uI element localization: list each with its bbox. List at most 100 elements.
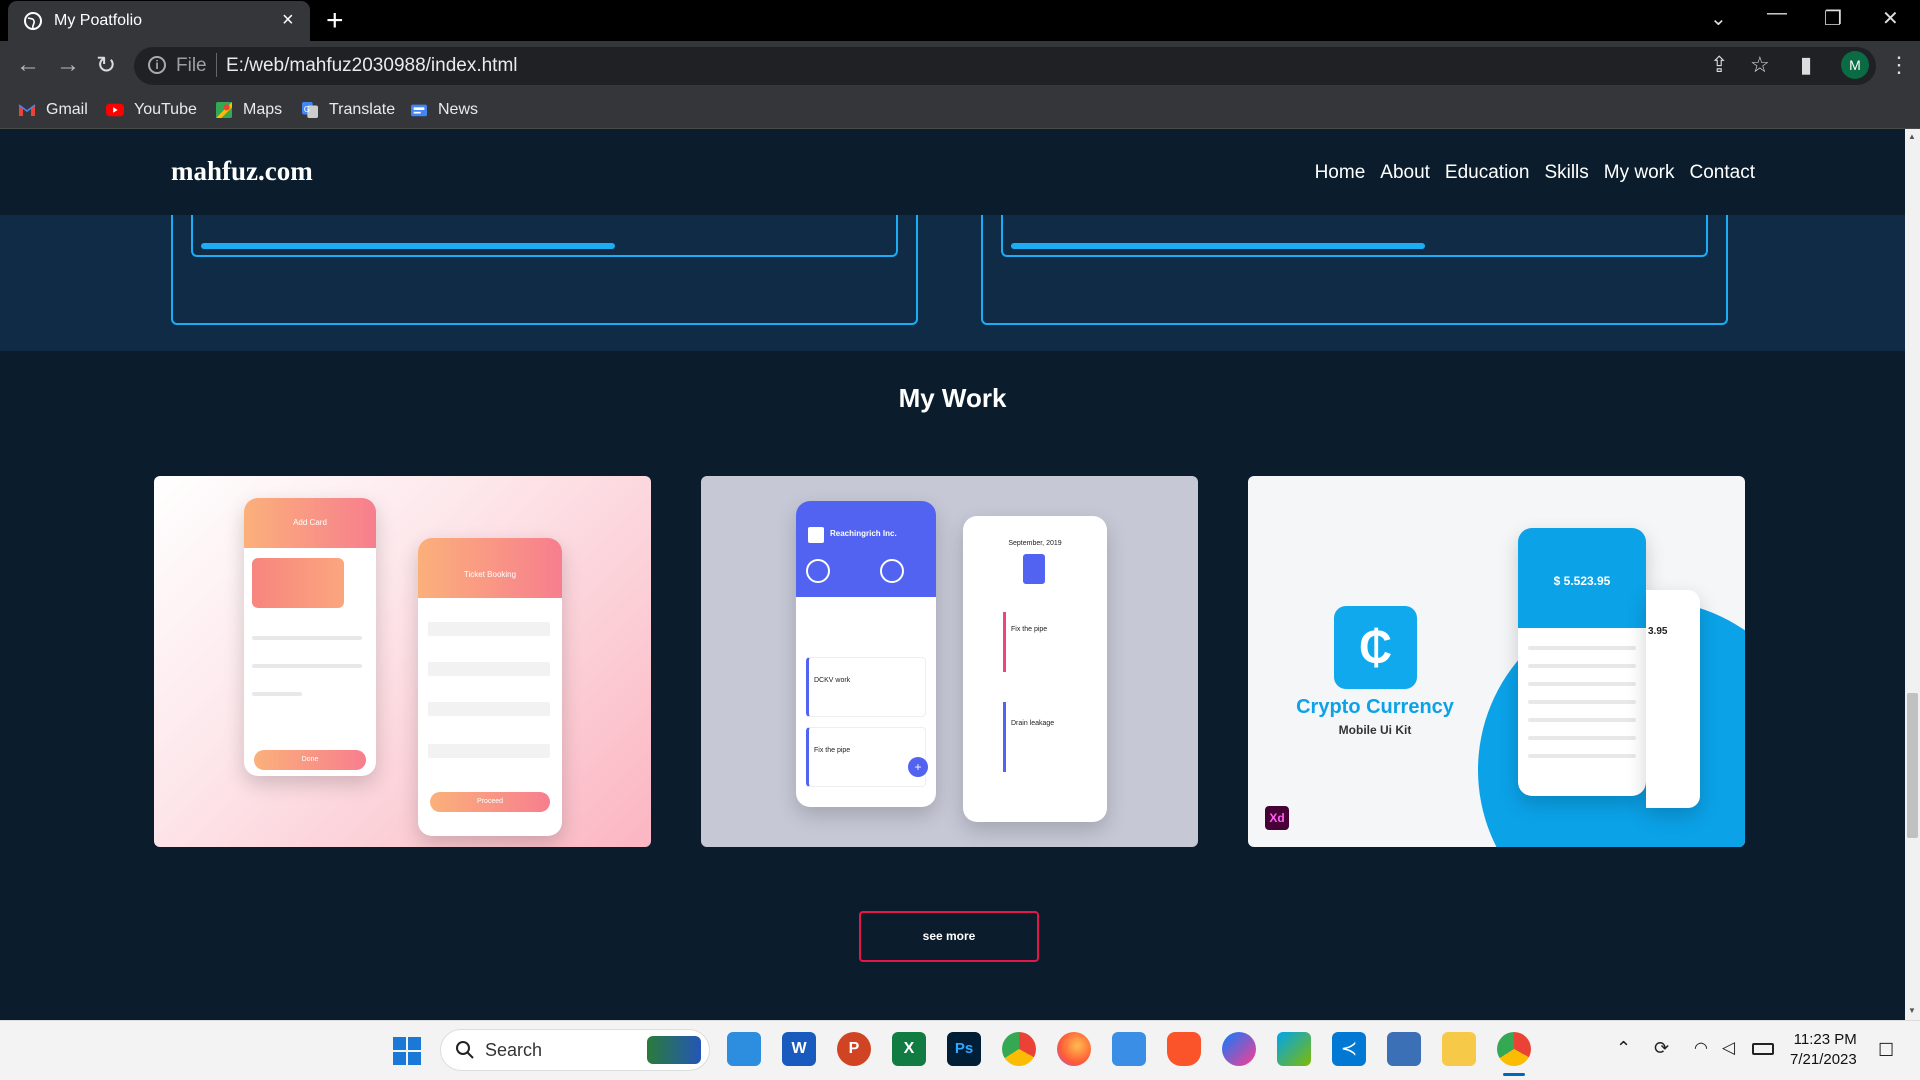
taskbar-search[interactable]: Search [440, 1029, 710, 1071]
web-page: mahfuz.com Home About Education Skills M… [0, 129, 1905, 1020]
screen-title: Ticket Booking [463, 570, 517, 579]
virtualbox-icon[interactable] [1387, 1032, 1421, 1066]
file-explorer-icon[interactable] [1442, 1032, 1476, 1066]
work-card-task-app[interactable]: Reachingrich Inc. DCKV work Fix the pipe… [701, 476, 1198, 847]
clock-date: 7/21/2023 [1790, 1051, 1857, 1068]
bookmark-news[interactable]: News [410, 97, 478, 123]
address-bar[interactable]: i File E:/web/mahfuz2030988/index.html [134, 47, 1876, 85]
battery-icon[interactable] [1752, 1043, 1774, 1055]
sync-status-icon[interactable]: ⟳ [1654, 1038, 1669, 1059]
chrome-profile-icon[interactable] [1497, 1032, 1531, 1066]
desktop-icon[interactable] [727, 1032, 761, 1066]
messenger-icon[interactable] [1222, 1032, 1256, 1066]
bookmark-translate[interactable]: G Translate [301, 97, 395, 123]
address-scheme: File [176, 55, 207, 76]
powerpoint-icon[interactable]: P [837, 1032, 871, 1066]
brave-icon[interactable] [1167, 1032, 1201, 1066]
nav-my-work[interactable]: My work [1604, 162, 1675, 184]
site-nav: Home About Education Skills My work Cont… [1315, 162, 1755, 184]
nav-home[interactable]: Home [1315, 162, 1366, 184]
crypto-logo-icon: ₵ [1334, 606, 1417, 689]
phone-mockup: 3.95 [1646, 590, 1700, 808]
reload-icon[interactable]: ↻ [96, 51, 116, 80]
scroll-down-icon[interactable]: ▼ [1908, 1006, 1916, 1015]
bookmark-youtube[interactable]: YouTube [106, 97, 197, 123]
svg-text:G: G [304, 105, 310, 114]
taskbar-clock[interactable]: 11:23 PM 7/21/2023 [1790, 1030, 1857, 1070]
site-header: mahfuz.com Home About Education Skills M… [0, 129, 1905, 215]
tab-search-chevron-icon[interactable]: ⌄ [1710, 6, 1727, 31]
minimize-icon[interactable]: — [1767, 2, 1787, 25]
new-tab-icon[interactable]: + [326, 4, 344, 38]
close-window-icon[interactable]: ✕ [1882, 6, 1899, 31]
news-icon [411, 104, 427, 117]
phone-mockup: Add Card Done [244, 498, 376, 776]
photoshop-icon[interactable]: Ps [947, 1032, 981, 1066]
bookmark-maps[interactable]: Maps [215, 97, 282, 123]
scrollbar-thumb[interactable] [1907, 693, 1918, 838]
bookmark-gmail[interactable]: Gmail [18, 97, 88, 123]
firefox-icon[interactable] [1057, 1032, 1091, 1066]
work-card-booking-app[interactable]: Add Card Done Ticket Booking Proceed [154, 476, 651, 847]
crypto-title: Crypto Currency [1296, 696, 1454, 718]
phone-mockup: September, 2019 Fix the pipe Drain leaka… [963, 516, 1107, 822]
side-panel-icon[interactable]: ▮ [1800, 52, 1812, 78]
globe-icon [24, 12, 42, 30]
tray-chevron-icon[interactable]: ⌃ [1616, 1038, 1631, 1059]
sync-app-icon[interactable] [1112, 1032, 1146, 1066]
phone-mockup: Ticket Booking Proceed [418, 538, 562, 836]
tab-title: My Poatfolio [54, 12, 143, 29]
close-tab-icon[interactable]: × [282, 9, 294, 32]
proceed-button: Proceed [430, 792, 550, 812]
notification-icon[interactable]: ☐ [1878, 1040, 1894, 1061]
xd-badge-icon: Xd [1265, 806, 1289, 830]
word-icon[interactable]: W [782, 1032, 816, 1066]
bookmark-star-icon[interactable]: ☆ [1750, 52, 1770, 78]
clock-time: 11:23 PM [1793, 1031, 1857, 1048]
browser-tab[interactable]: My Poatfolio × [8, 1, 310, 41]
wifi-icon[interactable]: ◠ [1694, 1038, 1708, 1058]
search-highlight-icon [647, 1036, 701, 1064]
nav-skills[interactable]: Skills [1544, 162, 1588, 184]
maps-icon [216, 102, 232, 118]
start-icon[interactable] [392, 1036, 422, 1066]
excel-icon[interactable]: X [892, 1032, 926, 1066]
education-section [0, 175, 1905, 351]
back-icon[interactable]: ← [16, 51, 40, 79]
progress-bar [201, 243, 615, 249]
section-title: My Work [898, 383, 1007, 413]
credit-card [252, 558, 344, 608]
share-icon[interactable]: ⇪ [1710, 52, 1728, 78]
nav-about[interactable]: About [1380, 162, 1430, 184]
restore-icon[interactable]: ❐ [1824, 6, 1842, 31]
screen-title: Add Card [293, 518, 327, 527]
scroll-up-icon[interactable]: ▲ [1908, 132, 1916, 141]
profile-avatar[interactable]: M [1841, 51, 1869, 79]
menu-kebab-icon[interactable]: ⋮ [1888, 52, 1910, 78]
done-button: Done [254, 750, 366, 770]
task-title: Drain leakage [1011, 720, 1055, 727]
see-more-button[interactable]: see more [859, 911, 1039, 962]
work-card-crypto-app[interactable]: ₵ Crypto Currency Mobile Ui Kit $ 5.523.… [1248, 476, 1745, 847]
forward-icon[interactable]: → [56, 51, 80, 79]
add-task-icon: + [908, 757, 928, 777]
task-title: DCKV work [814, 677, 851, 684]
info-icon[interactable]: i [148, 56, 166, 74]
page-scrollbar[interactable] [1905, 129, 1920, 1020]
volume-icon[interactable]: ◁ [1722, 1038, 1735, 1058]
bookmark-label: Translate [329, 101, 396, 118]
vscode-icon[interactable]: ≺ [1332, 1032, 1366, 1066]
bookmark-label: Maps [243, 101, 283, 118]
youtube-icon [106, 103, 124, 117]
calendar-month: September, 2019 [1008, 540, 1062, 547]
address-url[interactable]: E:/web/mahfuz2030988/index.html [226, 55, 518, 77]
progress-bar [1011, 243, 1425, 249]
nav-education[interactable]: Education [1445, 162, 1530, 184]
site-logo[interactable]: mahfuz.com [171, 156, 313, 187]
nav-contact[interactable]: Contact [1690, 162, 1755, 184]
company-logo-icon [808, 527, 824, 543]
chrome-icon[interactable] [1002, 1032, 1036, 1066]
store-icon[interactable] [1277, 1032, 1311, 1066]
active-app-indicator [1503, 1073, 1525, 1076]
crypto-balance: $ 5.523.95 [1553, 574, 1611, 588]
